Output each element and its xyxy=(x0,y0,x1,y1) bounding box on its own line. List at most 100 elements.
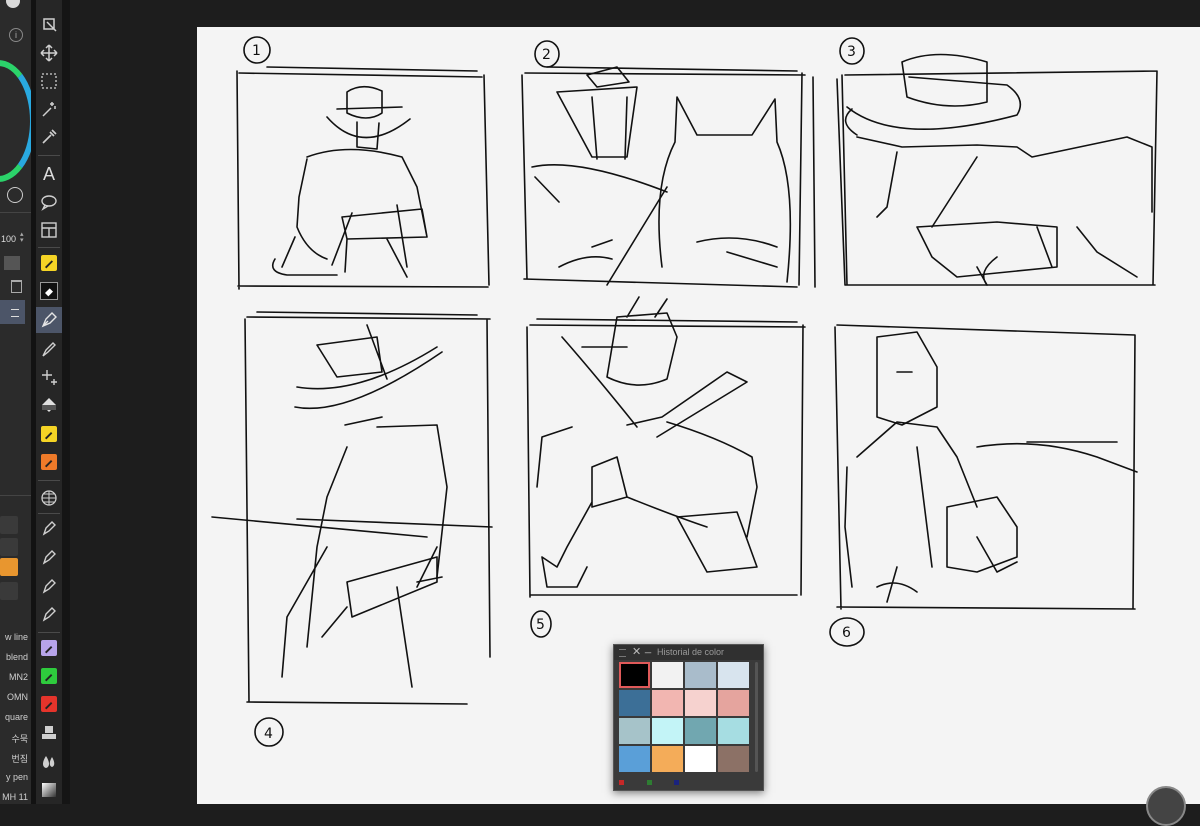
color-swatch-13[interactable] xyxy=(619,746,650,772)
color-history-header[interactable]: ✕ _ Historial de color xyxy=(614,642,763,660)
panel-3-frame xyxy=(836,70,1158,286)
grid-icon xyxy=(41,490,57,506)
color-swatch-2[interactable] xyxy=(652,662,683,688)
pen2-tool[interactable] xyxy=(36,515,62,541)
color-swatch-16[interactable] xyxy=(718,746,749,772)
selection-tool[interactable] xyxy=(36,68,62,94)
stamp-tool[interactable] xyxy=(36,720,62,746)
eraser-tool[interactable] xyxy=(36,278,62,304)
opacity-stepper-icon[interactable]: ▴ ▾ xyxy=(20,231,28,244)
panel-4-figure xyxy=(211,324,493,688)
transparency-toggle[interactable] xyxy=(4,256,20,270)
brush-name-6[interactable]: 수묵 xyxy=(11,732,28,745)
color-swatch-9[interactable] xyxy=(619,718,650,744)
color-swatch-10[interactable] xyxy=(652,718,683,744)
move-tool[interactable] xyxy=(36,40,62,66)
color-swatch-6[interactable] xyxy=(652,690,683,716)
sparkle-tool[interactable] xyxy=(36,364,62,390)
panel-6-figure xyxy=(844,331,1138,603)
info-icon[interactable]: i xyxy=(9,28,23,42)
gradient-icon xyxy=(42,783,56,797)
frame-border-icon xyxy=(41,222,57,238)
color-swatch-8[interactable] xyxy=(718,690,749,716)
subtool-thumb-1[interactable] xyxy=(0,516,18,534)
panel-5-frame xyxy=(526,318,806,598)
marker2-icon xyxy=(45,460,53,468)
marker-tool[interactable] xyxy=(36,421,62,447)
brush-name-2[interactable]: blend xyxy=(6,652,28,662)
pen-tool[interactable] xyxy=(36,307,62,333)
panel-5-figure xyxy=(536,296,758,588)
lasso-tool[interactable] xyxy=(36,189,62,215)
brush-name-9[interactable]: MH 11 xyxy=(2,792,28,802)
drag-handle-icon[interactable] xyxy=(619,649,626,657)
pen5-tool[interactable] xyxy=(36,601,62,627)
green-brush-tool[interactable] xyxy=(36,663,62,689)
eyedropper-tool[interactable] xyxy=(36,124,62,150)
marker2-tool[interactable] xyxy=(36,449,62,475)
tool-bar: A xyxy=(36,0,62,804)
trash-icon[interactable] xyxy=(11,280,22,293)
blend-tool[interactable] xyxy=(36,749,62,775)
pen4-tool[interactable] xyxy=(36,573,62,599)
menu-icon[interactable] xyxy=(11,309,19,317)
blue-channel-dot xyxy=(674,780,679,785)
pen3-icon xyxy=(42,550,56,565)
fill-tool[interactable] xyxy=(36,392,62,418)
red-brush-tool[interactable] xyxy=(36,691,62,717)
color-swatch-15[interactable] xyxy=(685,746,716,772)
brush-name-7[interactable]: 번짐 xyxy=(11,752,28,765)
pencil-tool[interactable] xyxy=(36,250,62,276)
panel-2-figures xyxy=(531,66,792,286)
red-brush-icon xyxy=(45,702,53,710)
color-swatch-11[interactable] xyxy=(685,718,716,744)
panel-3-figures xyxy=(844,53,1153,286)
text-tool[interactable]: A xyxy=(36,161,62,187)
purple-brush-tool[interactable] xyxy=(36,635,62,661)
brush-name-1[interactable]: w line xyxy=(5,632,28,642)
object-icon xyxy=(43,18,57,32)
panel-6-frame xyxy=(834,324,1136,610)
color-swatch-5[interactable] xyxy=(619,690,650,716)
minimize-icon[interactable]: _ xyxy=(645,642,651,654)
pencil-icon xyxy=(45,260,53,269)
gradient-tool[interactable] xyxy=(36,777,62,803)
subtool-thumb-2[interactable] xyxy=(0,538,18,556)
subtool-thumb-3[interactable] xyxy=(0,582,18,600)
frame-tool[interactable] xyxy=(36,217,62,243)
canvas-navigator-button[interactable] xyxy=(1146,786,1186,826)
grid-tool[interactable] xyxy=(36,485,62,511)
color-history-footer xyxy=(614,776,763,790)
opacity-value[interactable]: 100 xyxy=(1,234,16,244)
color-history-scrollbar[interactable] xyxy=(755,662,758,772)
brush-icon xyxy=(42,342,56,357)
color-swatch-7[interactable] xyxy=(685,690,716,716)
color-swatch-1[interactable] xyxy=(619,662,650,688)
brush-name-3[interactable]: MN2 xyxy=(9,672,28,682)
object-tool[interactable] xyxy=(36,12,62,38)
top-knob-icon[interactable] xyxy=(6,0,20,8)
brush-tool[interactable] xyxy=(36,336,62,362)
close-icon[interactable]: ✕ xyxy=(632,645,641,658)
marquee-icon xyxy=(41,73,57,89)
color-swatch-3[interactable] xyxy=(685,662,716,688)
toolbar-scrollbar[interactable] xyxy=(62,0,70,804)
color-swatch-4[interactable] xyxy=(718,662,749,688)
brush-name-4[interactable]: OMN xyxy=(7,692,28,702)
color-swatch-14[interactable] xyxy=(652,746,683,772)
panel-1-figure xyxy=(271,85,428,278)
pen2-icon xyxy=(42,521,56,536)
color-mode-icon[interactable] xyxy=(7,187,23,203)
magic-wand-tool[interactable] xyxy=(36,96,62,122)
color-history-title: Historial de color xyxy=(657,647,725,657)
pen3-tool[interactable] xyxy=(36,544,62,570)
red-channel-dot xyxy=(619,780,624,785)
color-swatch-12[interactable] xyxy=(718,718,749,744)
panel-6-number: 6 xyxy=(842,625,851,641)
brush-name-5[interactable]: quare xyxy=(5,712,28,722)
color-history-panel: ✕ _ Historial de color xyxy=(613,642,764,791)
brush-name-8[interactable]: y pen xyxy=(6,772,28,782)
panel-2-frame xyxy=(521,66,816,288)
stamp-icon xyxy=(42,726,56,739)
subtool-thumb-active[interactable] xyxy=(0,558,18,576)
